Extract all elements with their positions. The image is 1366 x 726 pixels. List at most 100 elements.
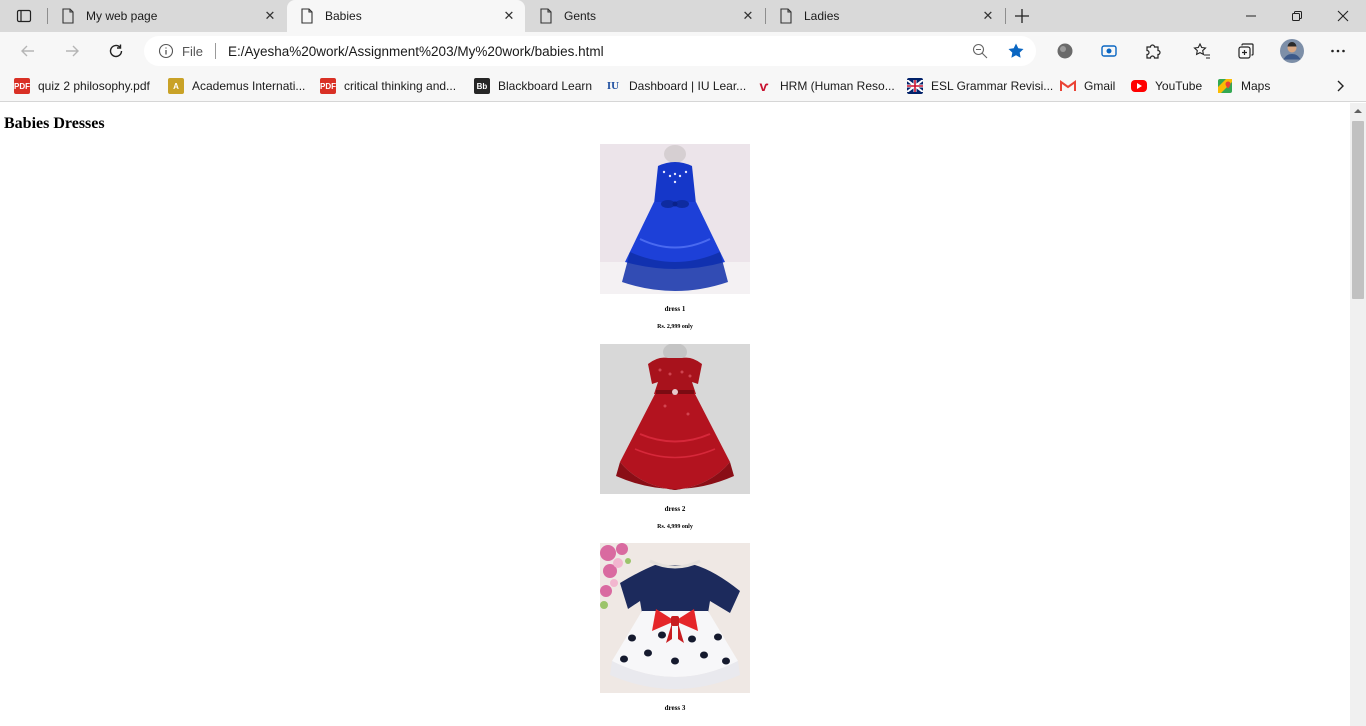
screen-capture-icon: [1101, 45, 1117, 57]
close-icon[interactable]: ✕: [738, 6, 758, 26]
bookmark-hrm[interactable]: ѵ HRM (Human Reso...: [756, 76, 895, 96]
page-icon: [778, 8, 794, 24]
favorites-button[interactable]: [1188, 37, 1216, 65]
product-name: dress 1: [664, 305, 686, 313]
tab-actions-button[interactable]: [8, 4, 40, 28]
zoom-out-icon[interactable]: [968, 39, 992, 63]
bookmark-label: HRM (Human Reso...: [780, 79, 895, 93]
bookmark-label: Academus Internati...: [192, 79, 306, 93]
close-icon[interactable]: ✕: [260, 6, 280, 26]
puzzle-icon: [1146, 44, 1161, 59]
gmail-icon: [1060, 78, 1076, 94]
page-scrollbar[interactable]: [1350, 103, 1366, 726]
page-title: Babies Dresses: [4, 115, 105, 132]
product-price: Rs. 2,999 only: [657, 324, 693, 330]
favorite-star-icon[interactable]: [1004, 39, 1028, 63]
bookmarks-bar: PDF quiz 2 philosophy.pdf A Academus Int…: [0, 70, 1366, 102]
dress-2-image[interactable]: [600, 344, 750, 494]
page-viewport: Babies Dresses dress 1 Rs. 2,999 only dr…: [0, 103, 1350, 726]
close-window-button[interactable]: [1320, 0, 1366, 32]
maps-icon: [1217, 78, 1233, 94]
product-card: dress 2 Rs. 4,999 only: [600, 344, 750, 530]
dress-1-image[interactable]: [600, 144, 750, 294]
tab-title: My web page: [86, 9, 158, 23]
bookmark-quiz-2-philosophy[interactable]: PDF quiz 2 philosophy.pdf: [14, 76, 150, 96]
dress-3-image[interactable]: [600, 543, 750, 693]
bookmark-maps[interactable]: Maps: [1217, 76, 1270, 96]
refresh-button[interactable]: [102, 37, 130, 65]
plus-icon: [1015, 9, 1029, 23]
bookmark-label: Gmail: [1084, 79, 1116, 93]
settings-more-button[interactable]: [1324, 37, 1352, 65]
screen-capture-button[interactable]: [1095, 37, 1123, 65]
bookmark-esl-grammar[interactable]: ESL Grammar Revisi...: [907, 76, 1053, 96]
profile-button[interactable]: [1278, 37, 1306, 65]
bookmark-label: critical thinking and...: [344, 79, 457, 93]
chevron-right-icon: [1337, 80, 1344, 92]
bookmark-label: quiz 2 philosophy.pdf: [38, 79, 150, 93]
minimize-button[interactable]: [1228, 0, 1274, 32]
pdf-icon: PDF: [320, 78, 336, 94]
product-name: dress 3: [664, 704, 686, 712]
tab-gents[interactable]: Gents ✕: [526, 0, 764, 32]
address-bar[interactable]: File E:/Ayesha%20work/Assignment%203/My%…: [144, 36, 1036, 66]
restore-icon: [1292, 11, 1302, 21]
page-icon: [60, 8, 76, 24]
avatar: [1280, 39, 1304, 63]
extension-circle-button[interactable]: [1051, 37, 1079, 65]
bookmark-label: ESL Grammar Revisi...: [931, 79, 1054, 93]
page-icon: [538, 8, 554, 24]
extensions-button[interactable]: [1139, 37, 1167, 65]
bookmark-label: Dashboard | IU Lear...: [629, 79, 747, 93]
bookmark-iu-dashboard[interactable]: IU Dashboard | IU Lear...: [605, 76, 746, 96]
tab-title: Gents: [564, 9, 597, 23]
bookmarks-overflow-button[interactable]: [1330, 76, 1350, 96]
restore-button[interactable]: [1274, 0, 1320, 32]
product-card: dress 1 Rs. 2,999 only: [600, 144, 750, 330]
address-divider: [214, 43, 216, 59]
collections-button[interactable]: [1232, 37, 1260, 65]
bookmark-critical-thinking[interactable]: PDF critical thinking and...: [320, 76, 456, 96]
close-icon: [1337, 10, 1349, 22]
close-icon[interactable]: ✕: [499, 6, 519, 26]
iu-icon: IU: [606, 80, 620, 92]
extension-circle-icon: [1057, 43, 1073, 59]
scroll-up-arrow-icon[interactable]: [1350, 103, 1366, 119]
tab-title: Babies: [325, 9, 362, 23]
bookmark-label: Blackboard Learn: [498, 79, 593, 93]
product-name: dress 2: [664, 505, 686, 513]
bookmark-academus[interactable]: A Academus Internati...: [168, 76, 305, 96]
bookmark-label: Maps: [1241, 79, 1271, 93]
bookmark-gmail[interactable]: Gmail: [1060, 76, 1115, 96]
bookmark-label: YouTube: [1155, 79, 1203, 93]
youtube-icon: [1131, 80, 1147, 92]
scheme-label: File: [182, 43, 203, 59]
pdf-icon: PDF: [14, 78, 30, 94]
close-icon[interactable]: ✕: [978, 6, 998, 26]
tab-strip: My web page ✕ Babies ✕ Gents ✕ Ladies ✕: [0, 0, 1366, 32]
scrollbar-thumb[interactable]: [1352, 121, 1364, 299]
bookmark-blackboard[interactable]: Bb Blackboard Learn: [474, 76, 592, 96]
minimize-icon: [1246, 15, 1256, 17]
forward-arrow-icon: [66, 45, 79, 57]
forward-button[interactable]: [58, 37, 86, 65]
url-text[interactable]: E:/Ayesha%20work/Assignment%203/My%20wor…: [228, 44, 968, 59]
tab-actions-icon: [16, 9, 32, 23]
browser-toolbar: File E:/Ayesha%20work/Assignment%203/My%…: [0, 32, 1366, 70]
bookmark-youtube[interactable]: YouTube: [1131, 76, 1202, 96]
favorites-list-icon: [1193, 42, 1210, 59]
collections-icon: [1238, 43, 1254, 59]
tab-babies[interactable]: Babies ✕: [287, 0, 525, 32]
product-card: dress 3: [600, 543, 750, 723]
tab-ladies[interactable]: Ladies ✕: [766, 0, 1004, 32]
product-price: Rs. 4,999 only: [657, 524, 693, 530]
new-tab-button[interactable]: [1010, 4, 1034, 28]
tab-my-web-page[interactable]: My web page ✕: [48, 0, 286, 32]
academus-icon: A: [168, 78, 184, 94]
refresh-icon: [109, 44, 123, 58]
page-icon: [299, 8, 315, 24]
tab-title: Ladies: [804, 9, 840, 23]
back-arrow-icon: [21, 45, 34, 57]
info-icon[interactable]: [158, 43, 174, 59]
back-button[interactable]: [14, 37, 42, 65]
